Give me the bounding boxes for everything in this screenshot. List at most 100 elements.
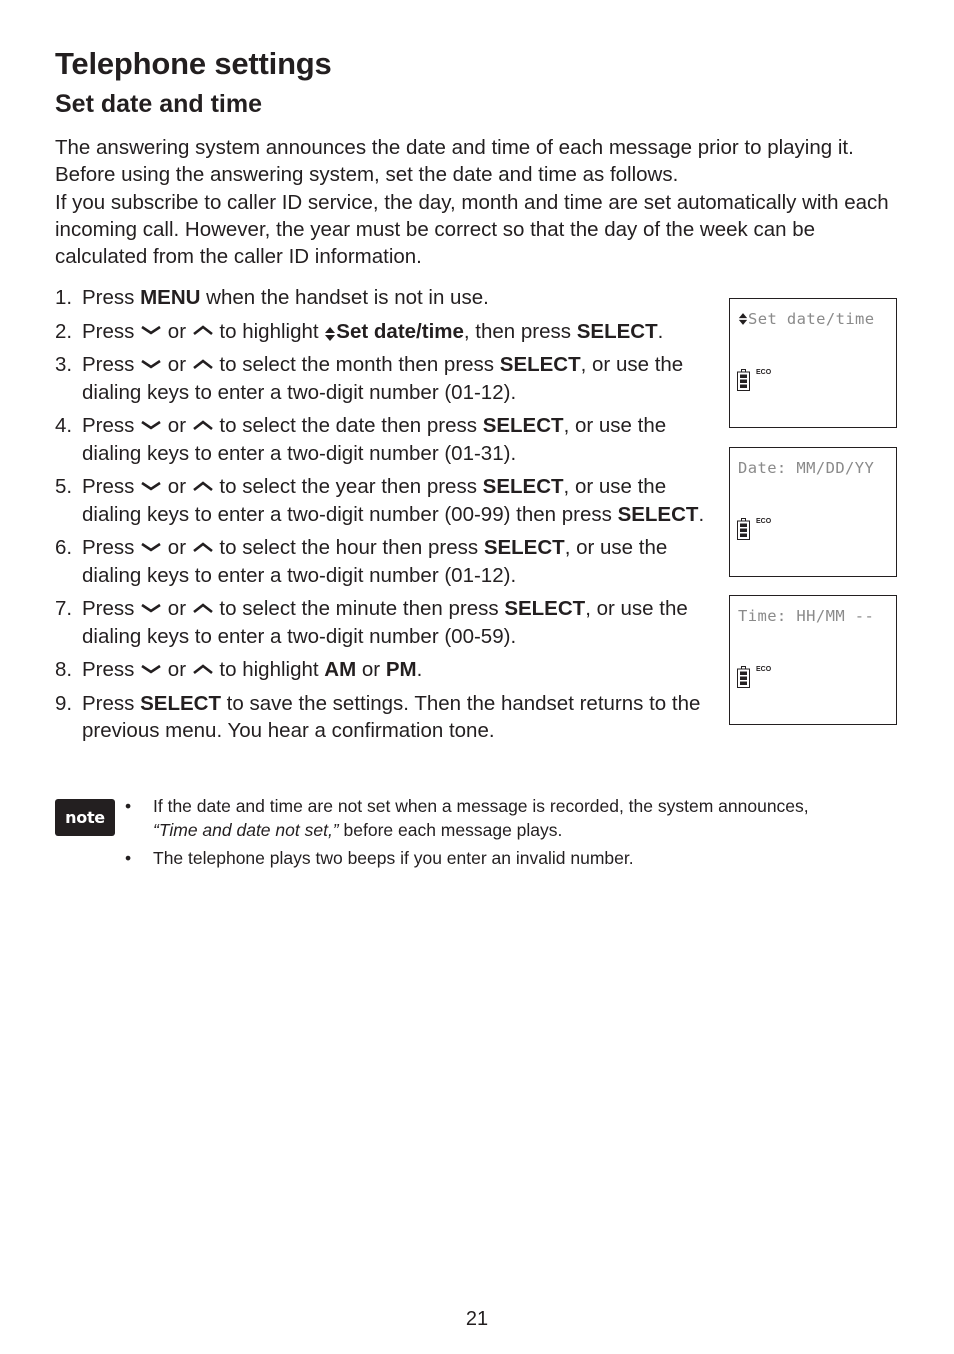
step-item: 9. Press SELECT to save the settings. The…	[55, 690, 725, 745]
up-arrow-key-icon	[192, 540, 214, 554]
step-text: to select the date then press	[213, 414, 483, 437]
step-item: 5. Press or to select the year then press…	[55, 473, 725, 528]
step-text: to highlight	[213, 319, 325, 343]
steps-list: 1. Press MENU when the handset is not in …	[55, 284, 725, 751]
up-arrow-key-icon	[192, 418, 214, 432]
step-text: Press	[82, 658, 141, 681]
step-text: Press	[82, 414, 141, 437]
step-text: or	[162, 597, 192, 620]
eco-indicator: ECO	[756, 518, 772, 525]
note-item: • The telephone plays two beeps if you en…	[125, 847, 845, 871]
step-text: .	[416, 658, 423, 681]
step-number: 5.	[55, 475, 73, 498]
bullet: •	[125, 796, 132, 816]
step-item: 7. Press or to select the minute then pre…	[55, 595, 725, 650]
note-badge: note	[55, 799, 115, 836]
step-text: .	[698, 502, 705, 526]
step-text: , then press	[463, 319, 577, 343]
step-item: 1. Press MENU when the handset is not in …	[55, 284, 725, 312]
section-title: Set date and time	[55, 90, 262, 118]
menu-label-set-date-time: Set date/time	[336, 319, 464, 343]
down-arrow-key-icon	[140, 662, 162, 676]
step-item: 4. Press or to select the date then press…	[55, 412, 725, 467]
lcd-screen-time: Time: HH/MM -- ECO	[729, 595, 897, 725]
step-text: to select the year then press	[213, 475, 483, 498]
step-number: 7.	[55, 597, 73, 620]
step-text: or	[162, 319, 192, 343]
step-text: when the handset is not in use.	[200, 286, 489, 309]
lcd-menu-label: Set date/time	[748, 310, 875, 328]
step-text: Press	[82, 691, 141, 715]
up-arrow-key-icon	[192, 662, 214, 676]
step-text: or	[162, 414, 192, 437]
note-text: before each message plays.	[338, 819, 563, 840]
step-text: Press	[82, 475, 141, 498]
intro-text: The answering system announces the date …	[55, 134, 895, 270]
step-text: Press	[82, 353, 141, 376]
notes-list: • If the date and time are not set when a…	[125, 795, 845, 876]
step-number: 4.	[55, 414, 73, 437]
key-label-select: SELECT	[576, 319, 658, 343]
step-number: 1.	[55, 286, 73, 309]
step-text: or	[162, 353, 192, 376]
down-arrow-key-icon	[140, 601, 162, 615]
up-down-scroll-icon	[324, 322, 336, 342]
step-text: to highlight	[213, 658, 325, 681]
step-text: Press	[82, 319, 141, 343]
key-label-select: SELECT	[140, 691, 221, 715]
step-text: Press	[82, 286, 141, 309]
lcd-text: Set date/time	[738, 310, 875, 328]
step-number: 2.	[55, 319, 73, 343]
note-quote: “Time and date not set,”	[153, 819, 339, 840]
lcd-screen-date: Date: MM/DD/YY ECO	[729, 447, 897, 577]
down-arrow-key-icon	[140, 540, 162, 554]
key-label-select: SELECT	[482, 414, 564, 437]
down-arrow-key-icon	[140, 418, 162, 432]
note-text: If the date and time are not set when a …	[153, 796, 809, 816]
step-item: 6. Press or to select the hour then press…	[55, 534, 725, 589]
note-item: • If the date and time are not set when a…	[125, 795, 845, 842]
down-arrow-key-icon	[140, 479, 162, 493]
eco-indicator: ECO	[756, 666, 772, 673]
step-text: or	[162, 475, 192, 498]
step-text: or	[162, 658, 192, 681]
step-text: Press	[82, 597, 141, 620]
page-number: 21	[465, 1308, 489, 1330]
step-number: 6.	[55, 536, 73, 559]
step-text: or	[162, 536, 192, 559]
step-number: 9.	[55, 691, 73, 715]
up-arrow-key-icon	[192, 357, 214, 371]
down-arrow-key-icon	[140, 357, 162, 371]
key-label-select: SELECT	[482, 475, 564, 498]
step-text: .	[657, 319, 664, 343]
bullet: •	[125, 848, 132, 868]
step-number: 3.	[55, 353, 73, 376]
eco-indicator: ECO	[756, 369, 772, 376]
battery-icon	[737, 369, 750, 391]
key-label-select: SELECT	[504, 597, 586, 620]
battery-icon	[737, 518, 750, 540]
up-arrow-key-icon	[192, 479, 214, 493]
battery-icon	[737, 666, 750, 688]
lcd-text: Time: HH/MM --	[738, 607, 875, 625]
key-label-menu: MENU	[140, 286, 201, 309]
step-text: to select the month then press	[213, 353, 500, 376]
note-text: The telephone plays two beeps if you ent…	[153, 848, 634, 868]
up-arrow-key-icon	[192, 323, 214, 337]
step-text: to select the hour then press	[213, 536, 484, 559]
key-label-select: SELECT	[617, 502, 699, 526]
lcd-text: Date: MM/DD/YY	[738, 459, 875, 477]
key-label-am: AM	[324, 658, 357, 681]
page-title: Telephone settings	[55, 46, 332, 81]
step-text: or	[356, 658, 386, 681]
intro-paragraph-1: The answering system announces the date …	[55, 136, 854, 187]
key-label-select: SELECT	[483, 536, 565, 559]
key-label-pm: PM	[385, 658, 417, 681]
step-item: 8. Press or to highlight AM or PM.	[55, 656, 725, 684]
key-label-select: SELECT	[499, 353, 581, 376]
step-item: 2. Press or to highlight Set date/time, t…	[55, 318, 725, 346]
lcd-screen-set-date-time: Set date/time ECO	[729, 298, 897, 428]
step-text: Press	[82, 536, 141, 559]
step-text: to select the minute then press	[213, 597, 505, 620]
step-number: 8.	[55, 658, 73, 681]
